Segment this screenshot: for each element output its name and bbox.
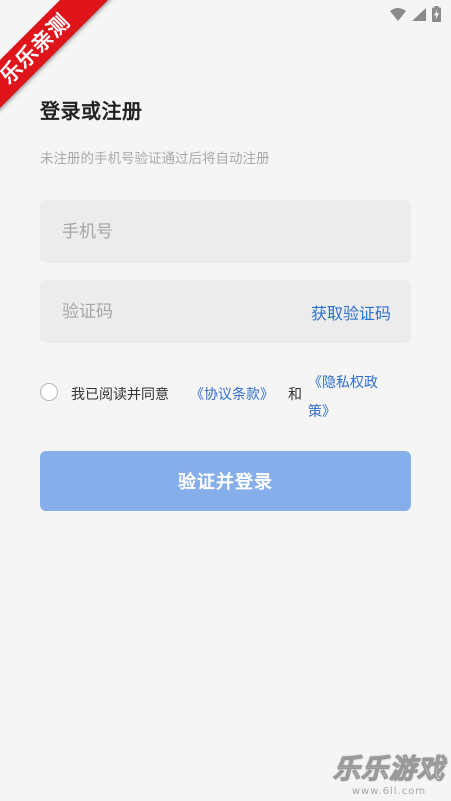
code-field[interactable]: 获取验证码: [40, 280, 411, 343]
battery-charging-icon: [432, 6, 441, 22]
phone-input[interactable]: [60, 220, 391, 243]
watermark-main-text: 乐乐游戏: [333, 754, 445, 786]
page-title: 登录或注册: [40, 99, 143, 123]
watermark-url: www.6ll.com: [351, 786, 427, 797]
code-input[interactable]: [60, 300, 311, 323]
privacy-link[interactable]: 《隐私权政策》: [308, 369, 398, 427]
check-circle-icon[interactable]: [40, 383, 58, 401]
wifi-icon: [390, 7, 406, 21]
login-button[interactable]: 验证并登录: [40, 451, 411, 511]
site-watermark: 乐乐游戏 www.6ll.com: [333, 747, 445, 798]
agreement-conjunction: 和: [288, 387, 302, 403]
agreement-row: 我已阅读并同意 《协议条款》 和 《隐私权政策》: [40, 366, 411, 426]
ribbon-text: 乐乐亲测: [0, 9, 75, 89]
phone-field[interactable]: [40, 200, 411, 263]
agreement-prefix: 我已阅读并同意: [71, 387, 169, 403]
status-icons: [390, 6, 441, 22]
signal-icon: [412, 7, 426, 21]
page-subtitle: 未注册的手机号验证通过后将自动注册: [40, 151, 270, 167]
get-code-button[interactable]: 获取验证码: [311, 300, 391, 324]
terms-link[interactable]: 《协议条款》: [190, 384, 274, 404]
